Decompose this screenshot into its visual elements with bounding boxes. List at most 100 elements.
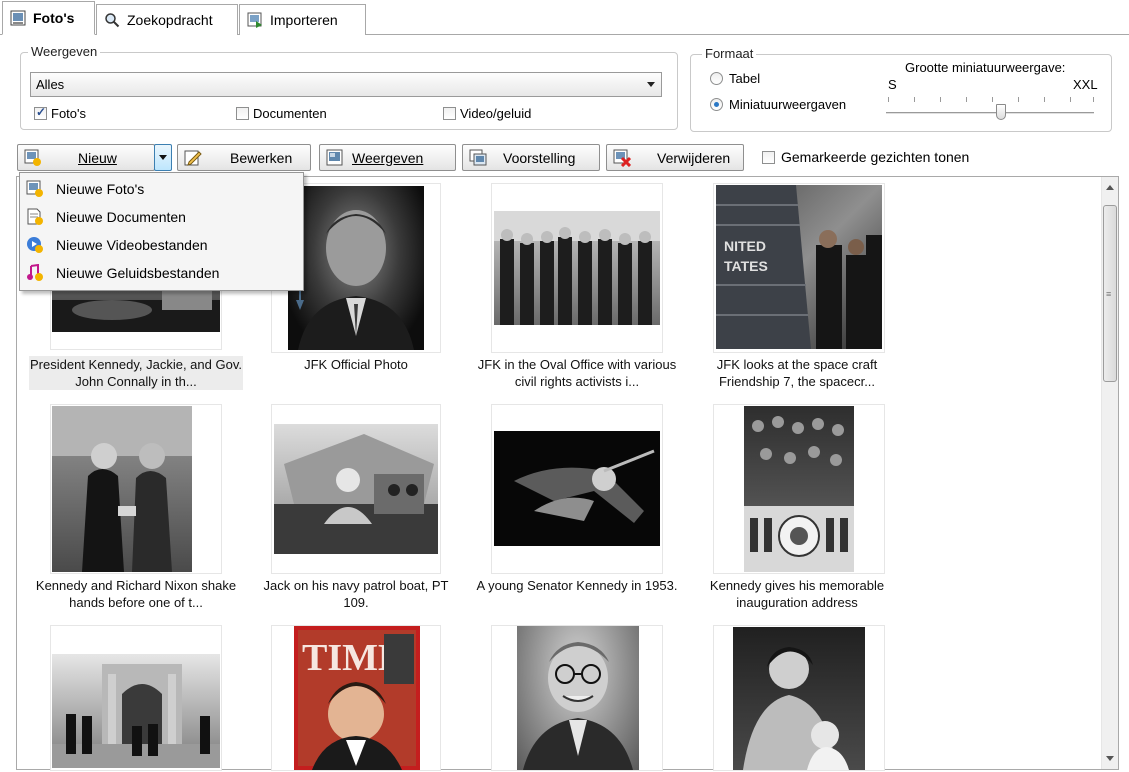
tab-search[interactable]: Zoekopdracht — [96, 4, 238, 35]
checkbox-photos[interactable]: Foto's — [34, 105, 86, 121]
new-photo-icon — [26, 180, 44, 198]
slider-tick — [914, 97, 915, 102]
radio-label: Miniatuurweergaven — [729, 97, 847, 112]
menu-item-new-videos[interactable]: Nieuwe Videobestanden — [22, 231, 301, 258]
new-photo-icon — [24, 149, 42, 167]
slideshow-button[interactable]: Voorstelling — [462, 144, 600, 171]
photo-thumbnail-nixon-handshake[interactable] — [52, 406, 192, 572]
radio-label: Tabel — [729, 71, 761, 86]
photo-thumbnail-joseph-kennedy[interactable] — [517, 626, 639, 770]
slider-tick — [1044, 97, 1045, 102]
photo-tab-icon — [9, 9, 27, 27]
checkbox-show-faces[interactable]: Gemarkeerde gezichten tonen — [762, 149, 969, 165]
tab-label: Zoekopdracht — [127, 12, 213, 28]
radio-circle[interactable] — [710, 72, 723, 85]
menu-item-label: Nieuwe Geluidsbestanden — [56, 264, 220, 281]
new-audio-icon — [26, 263, 44, 282]
photo-caption[interactable]: JFK looks at the space craft Friendship … — [692, 356, 902, 390]
photo-caption[interactable]: Jack on his navy patrol boat, PT 109. — [251, 577, 461, 611]
vertical-scrollbar[interactable]: ≡ — [1101, 177, 1118, 769]
radio-thumbnails[interactable]: Miniatuurweergaven — [710, 97, 846, 112]
view-button-label: Weergeven — [352, 149, 424, 166]
checkbox-documents[interactable]: Documenten — [236, 106, 327, 121]
slider-tick — [1018, 97, 1019, 102]
scroll-down-arrow-icon[interactable] — [1106, 756, 1114, 761]
slider-thumb[interactable] — [996, 104, 1006, 120]
tab-import[interactable]: Importeren — [239, 4, 366, 35]
slider-track[interactable] — [886, 112, 1094, 115]
slider-tick — [940, 97, 941, 102]
photo-thumbnail-time-cover[interactable]: TIME — [294, 626, 420, 770]
photo-thumbnail-senator[interactable] — [494, 431, 660, 546]
svg-text:TATES: TATES — [724, 258, 768, 274]
radio-circle[interactable] — [710, 98, 723, 111]
photo-thumbnail-friendship-7[interactable]: NITED TATES — [716, 185, 882, 349]
photo-thumbnail-rose-kennedy[interactable] — [733, 627, 865, 770]
photo-caption[interactable]: JFK in the Oval Office with various civi… — [472, 356, 682, 390]
magnifier-icon — [103, 11, 121, 29]
photo-caption[interactable]: Kennedy and Richard Nixon shake hands be… — [29, 577, 243, 611]
checkbox-box[interactable] — [762, 150, 775, 164]
slideshow-icon — [469, 149, 487, 167]
size-min-label: S — [888, 77, 897, 92]
thumbnail-size-label: Grootte miniatuurweergave: — [905, 60, 1066, 75]
photo-caption[interactable]: Kennedy gives his memorable inauguration… — [692, 577, 902, 611]
checkbox-label: Foto's — [51, 106, 86, 121]
slider-tick — [1093, 97, 1094, 102]
edit-button-label: Bewerken — [230, 149, 293, 166]
slider-tick — [966, 97, 967, 102]
delete-button-label: Verwijderen — [657, 149, 731, 166]
photo-thumbnail-oval-office[interactable] — [494, 211, 660, 325]
grip-icon: ≡ — [1106, 289, 1112, 299]
chevron-down-icon — [647, 82, 655, 87]
checkbox-label: Video/geluid — [460, 106, 532, 121]
view-photo-icon — [326, 149, 344, 167]
slider-tick — [1070, 97, 1071, 102]
view-button[interactable]: Weergeven — [319, 144, 456, 171]
edit-icon — [184, 149, 202, 167]
tab-label: Importeren — [270, 12, 338, 28]
scroll-up-arrow-icon[interactable] — [1106, 185, 1114, 190]
checkbox-video-audio[interactable]: Video/geluid — [443, 106, 531, 121]
filter-select[interactable]: Alles — [30, 72, 662, 97]
photo-caption[interactable]: A young Senator Kennedy in 1953. — [472, 577, 682, 594]
menu-item-label: Nieuwe Videobestanden — [56, 236, 208, 253]
menu-item-new-audio[interactable]: Nieuwe Geluidsbestanden — [22, 259, 301, 286]
delete-icon — [613, 149, 631, 167]
menu-item-label: Nieuwe Documenten — [56, 208, 186, 225]
filter-select-value: Alles — [36, 77, 65, 92]
new-dropdown-menu: Nieuwe Foto's Nieuwe Documenten Nieuwe V… — [19, 172, 304, 291]
slider-tick — [888, 97, 889, 102]
svg-text:NITED: NITED — [724, 238, 766, 254]
checkbox-label: Gemarkeerde gezichten tonen — [781, 149, 970, 165]
view-group-label: Weergeven — [28, 44, 101, 59]
photo-thumbnail-church-steps[interactable] — [52, 654, 220, 768]
delete-button[interactable]: Verwijderen — [606, 144, 744, 171]
new-button-label: Nieuw — [78, 149, 117, 166]
checkbox-box[interactable] — [236, 107, 249, 120]
radio-table[interactable]: Tabel — [710, 71, 760, 86]
photo-thumbnail-pt109[interactable] — [274, 424, 438, 554]
checkbox-box[interactable] — [34, 105, 47, 120]
new-document-icon — [26, 208, 44, 226]
import-icon — [246, 11, 264, 29]
format-group-label: Formaat — [702, 46, 757, 61]
checkbox-label: Documenten — [253, 106, 327, 121]
slider-tick — [992, 97, 993, 102]
edit-button[interactable]: Bewerken — [177, 144, 311, 171]
menu-item-new-photos[interactable]: Nieuwe Foto's — [22, 175, 301, 202]
photo-thumbnail-jfk-official[interactable] — [288, 186, 424, 350]
photo-caption[interactable]: JFK Official Photo — [251, 356, 461, 373]
photo-thumbnail-inauguration[interactable] — [744, 406, 854, 572]
slideshow-button-label: Voorstelling — [503, 149, 576, 166]
size-max-label: XXL — [1073, 77, 1098, 92]
tab-label: Foto's — [33, 10, 75, 26]
menu-item-new-documents[interactable]: Nieuwe Documenten — [22, 203, 301, 230]
new-video-icon — [26, 236, 44, 254]
new-button[interactable]: Nieuw — [17, 144, 155, 171]
new-dropdown-button[interactable] — [154, 144, 172, 171]
checkbox-box[interactable] — [443, 107, 456, 120]
tab-photos[interactable]: Foto's — [2, 1, 95, 35]
photo-caption[interactable]: President Kennedy, Jackie, and Gov. John… — [29, 356, 243, 390]
menu-item-label: Nieuwe Foto's — [56, 180, 145, 197]
